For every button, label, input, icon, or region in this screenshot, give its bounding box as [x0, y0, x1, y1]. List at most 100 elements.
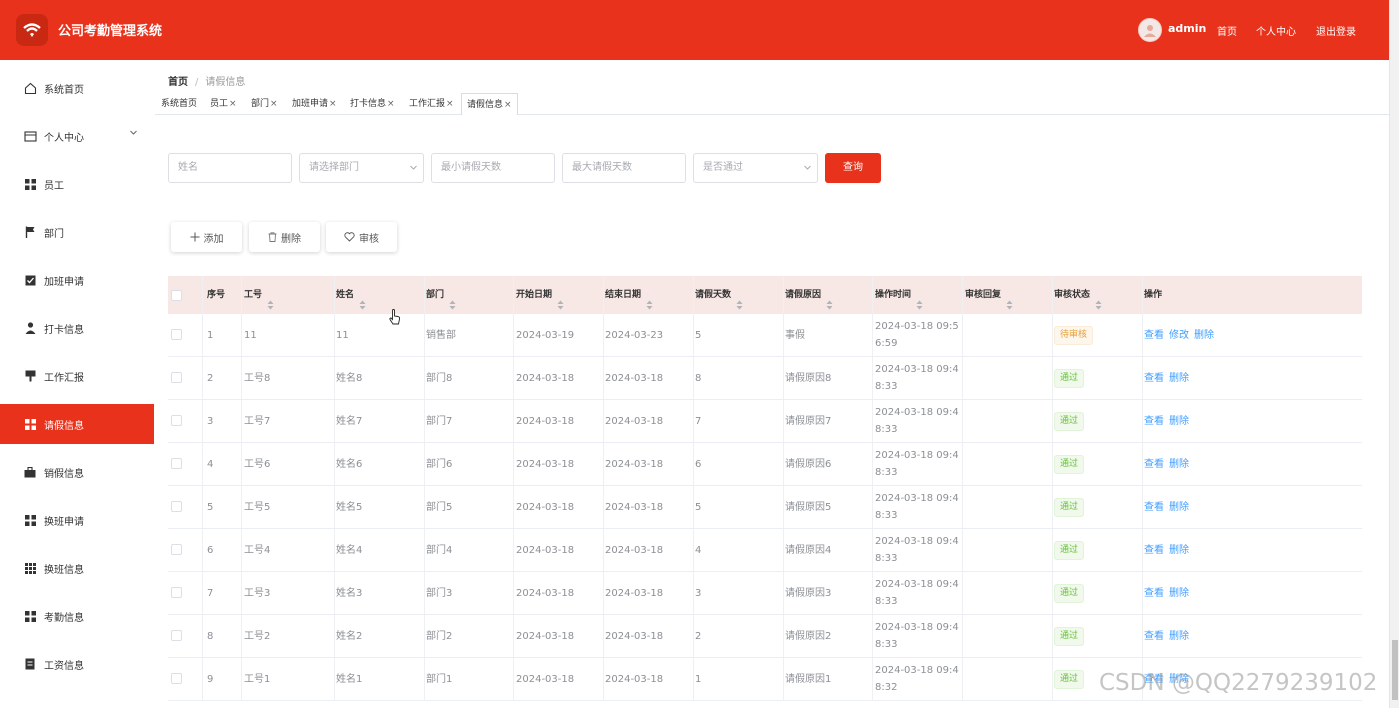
sidebar-item-shift-info[interactable]: 换班信息	[0, 548, 154, 588]
action-link[interactable]: 删除	[1169, 545, 1189, 556]
department-select[interactable]: 请选择部门	[299, 153, 424, 183]
page-scrollbar[interactable]	[1389, 0, 1399, 708]
action-link[interactable]: 删除	[1169, 502, 1189, 513]
tab-clockin[interactable]: 打卡信息×	[345, 93, 400, 115]
avatar[interactable]	[1138, 18, 1162, 42]
scrollbar-thumb[interactable]	[1392, 640, 1398, 700]
name-search-input[interactable]: 姓名	[168, 153, 292, 183]
briefcase-icon	[22, 464, 38, 480]
min-days-input[interactable]: 最小请假天数	[431, 153, 555, 183]
cell-reply	[960, 486, 965, 529]
button-label: 删除	[281, 233, 301, 245]
row-checkbox[interactable]	[171, 587, 182, 598]
header-emp-id[interactable]: 工号	[239, 276, 274, 314]
close-icon[interactable]: ×	[446, 99, 454, 109]
action-link[interactable]: 查看	[1144, 459, 1164, 470]
status-badge: 通过	[1054, 498, 1085, 517]
delete-button[interactable]: 删除	[249, 222, 320, 252]
select-placeholder: 是否通过	[703, 162, 743, 173]
close-icon[interactable]: ×	[387, 99, 395, 109]
sidebar-item-clockin[interactable]: 打卡信息	[0, 308, 154, 348]
cell-no: 9	[207, 674, 214, 685]
cell-reason: 请假原因5	[785, 502, 832, 513]
action-link[interactable]: 删除	[1194, 330, 1214, 341]
row-checkbox[interactable]	[171, 415, 182, 426]
action-link[interactable]: 查看	[1144, 545, 1164, 556]
row-checkbox[interactable]	[171, 372, 182, 383]
header-end[interactable]: 结束日期	[600, 276, 653, 314]
action-link[interactable]: 查看	[1144, 502, 1164, 513]
row-actions: 查看 删除	[1144, 529, 1194, 572]
sidebar-item-shift-request[interactable]: 换班申请	[0, 500, 154, 540]
header-days[interactable]: 请假天数	[690, 276, 743, 314]
tab-home[interactable]: 系统首页	[156, 93, 202, 115]
row-checkbox[interactable]	[171, 544, 182, 555]
query-button[interactable]: 查询	[825, 153, 881, 183]
sidebar-item-employees[interactable]: 员工	[0, 164, 154, 204]
header-start[interactable]: 开始日期	[511, 276, 564, 314]
action-link[interactable]: 查看	[1144, 416, 1164, 427]
person-icon	[22, 320, 38, 336]
row-checkbox[interactable]	[171, 673, 182, 684]
header-reply[interactable]: 审核回复	[960, 276, 1013, 314]
header-time[interactable]: 操作时间	[870, 276, 923, 314]
action-link[interactable]: 查看	[1144, 373, 1164, 384]
row-checkbox[interactable]	[171, 458, 182, 469]
action-link[interactable]: 删除	[1169, 631, 1189, 642]
close-icon[interactable]: ×	[270, 99, 278, 109]
sidebar-item-overtime[interactable]: 加班申请	[0, 260, 154, 300]
tab-reports[interactable]: 工作汇报×	[404, 93, 459, 115]
sidebar-item-attendance[interactable]: 考勤信息	[0, 596, 154, 636]
action-link[interactable]: 删除	[1169, 588, 1189, 599]
header-name[interactable]: 姓名	[331, 276, 366, 314]
sort-icon	[1095, 289, 1102, 309]
tab-departments[interactable]: 部门×	[246, 93, 283, 115]
cell-days: 7	[695, 416, 702, 427]
flag-icon	[22, 224, 38, 240]
cell-name: 姓名1	[336, 674, 363, 685]
nav-profile-link[interactable]: 个人中心	[1256, 23, 1296, 38]
breadcrumb-home[interactable]: 首页	[168, 77, 188, 88]
sidebar-item-leave-cancel[interactable]: 销假信息	[0, 452, 154, 492]
close-icon[interactable]: ×	[504, 100, 512, 110]
sidebar-item-departments[interactable]: 部门	[0, 212, 154, 252]
tab-leave[interactable]: 请假信息×	[461, 93, 518, 115]
row-checkbox[interactable]	[171, 501, 182, 512]
nav-logout-link[interactable]: 退出登录	[1316, 23, 1356, 38]
cell-emp-id: 工号6	[244, 459, 271, 470]
cell-days: 8	[695, 373, 702, 384]
cell-reason: 请假原因6	[785, 459, 832, 470]
sidebar-item-profile[interactable]: 个人中心	[0, 116, 154, 156]
sidebar-item-home[interactable]: 系统首页	[0, 68, 154, 108]
action-link[interactable]: 删除	[1169, 459, 1189, 470]
cell-start: 2024-03-18	[516, 674, 575, 685]
action-link[interactable]: 查看	[1144, 588, 1164, 599]
action-link[interactable]: 删除	[1169, 416, 1189, 427]
header-dept[interactable]: 部门	[421, 276, 456, 314]
select-all-checkbox[interactable]	[171, 290, 182, 301]
tab-overtime[interactable]: 加班申请×	[287, 93, 342, 115]
tab-employees[interactable]: 员工×	[205, 93, 242, 115]
action-link[interactable]: 删除	[1169, 373, 1189, 384]
header-reason[interactable]: 请假原因	[780, 276, 833, 314]
sidebar-item-leave[interactable]: 请假信息	[0, 404, 154, 444]
sidebar-item-salary[interactable]: 工资信息	[0, 644, 154, 684]
approved-select[interactable]: 是否通过	[693, 153, 818, 183]
cell-dept: 部门4	[426, 545, 453, 556]
close-icon[interactable]: ×	[329, 99, 337, 109]
row-checkbox[interactable]	[171, 329, 182, 340]
max-days-input[interactable]: 最大请假天数	[562, 153, 686, 183]
cell-reason: 请假原因2	[785, 631, 832, 642]
action-link[interactable]: 查看	[1144, 631, 1164, 642]
action-link[interactable]: 修改	[1169, 330, 1189, 341]
action-link[interactable]: 查看	[1144, 330, 1164, 341]
cell-end: 2024-03-18	[605, 502, 664, 513]
cell-time: 2024-03-18 09:4 8:33	[875, 536, 959, 564]
nav-home-link[interactable]: 首页	[1217, 23, 1237, 38]
row-checkbox[interactable]	[171, 630, 182, 641]
add-button[interactable]: 添加	[171, 222, 242, 252]
sidebar-item-reports[interactable]: 工作汇报	[0, 356, 154, 396]
review-button[interactable]: 审核	[326, 222, 397, 252]
close-icon[interactable]: ×	[229, 99, 237, 109]
header-status[interactable]: 审核状态	[1049, 276, 1102, 314]
